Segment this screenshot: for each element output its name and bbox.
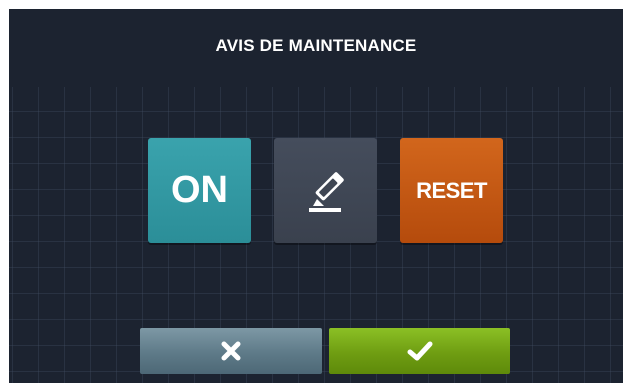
- pencil-eraser-icon: [308, 171, 344, 212]
- check-icon: [407, 341, 432, 361]
- close-icon: [221, 341, 241, 361]
- reset-button-label: RESET: [416, 177, 487, 203]
- device-frame: AVIS DE MAINTENANCE ON RESET: [0, 0, 632, 383]
- page-title: AVIS DE MAINTENANCE: [215, 36, 417, 55]
- maintenance-screen: AVIS DE MAINTENANCE ON RESET: [9, 9, 623, 383]
- on-button-label: ON: [171, 169, 228, 211]
- cancel-button[interactable]: [140, 328, 322, 374]
- edit-button[interactable]: [274, 138, 377, 243]
- reset-button[interactable]: RESET: [400, 138, 503, 243]
- on-button[interactable]: ON: [148, 138, 251, 243]
- confirm-button[interactable]: [329, 328, 510, 374]
